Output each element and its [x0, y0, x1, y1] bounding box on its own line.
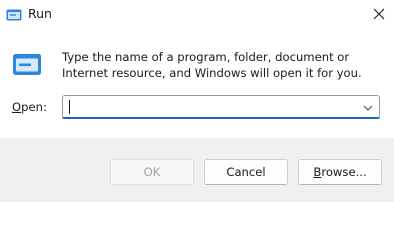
chevron-down-icon[interactable]	[360, 100, 376, 114]
open-label-text: pen:	[21, 100, 47, 114]
browse-button[interactable]: Browse...	[298, 159, 382, 185]
close-icon	[373, 8, 385, 20]
browse-label: rowse...	[321, 164, 367, 179]
instruction-text: Type the name of a program, folder, docu…	[62, 50, 362, 80]
open-input[interactable]	[71, 98, 351, 116]
text-caret	[69, 100, 70, 114]
window-title: Run	[28, 6, 52, 21]
open-combobox[interactable]	[62, 95, 380, 119]
open-label: Open:	[12, 100, 47, 114]
run-icon	[6, 7, 22, 23]
run-dialog-icon	[12, 52, 42, 78]
open-label-mnemonic: O	[12, 100, 22, 114]
title-bar[interactable]: Run	[0, 0, 394, 30]
run-dialog: Run Type the name of a program, folder, …	[0, 0, 394, 202]
close-button[interactable]	[364, 0, 394, 30]
cancel-button[interactable]: Cancel	[204, 159, 288, 185]
ok-button[interactable]: OK	[110, 159, 194, 185]
